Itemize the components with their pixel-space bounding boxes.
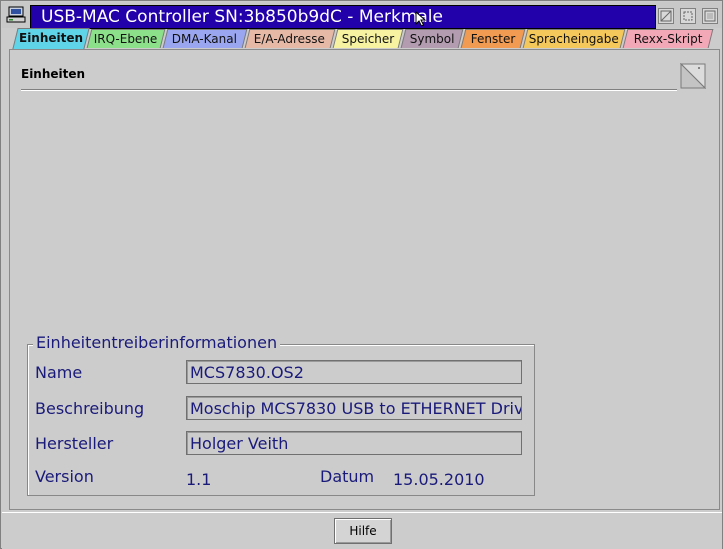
tab-label: Speicher [341, 32, 394, 46]
properties-window: USB-MAC Controller SN:3b850b9dC - Merkma… [0, 0, 723, 549]
page-divider [21, 89, 677, 90]
tab-irq-ebene[interactable]: IRQ-Ebene [86, 29, 166, 48]
tab-spracheingabe[interactable]: Spracheingabe [522, 29, 626, 48]
tab-dma-kanal[interactable]: DMA-Kanal [162, 29, 248, 48]
minimize-icon[interactable] [680, 8, 696, 24]
tab-label: IRQ-Ebene [93, 32, 158, 46]
manufacturer-label: Hersteller [35, 434, 114, 453]
tab-label: Rexx-Skript [633, 32, 703, 46]
title-bar[interactable]: USB-MAC Controller SN:3b850b9dC - Merkma… [2, 2, 722, 29]
tab-label: Spracheingabe [528, 32, 619, 46]
tab-rexx-skript[interactable]: Rexx-Skript [622, 29, 714, 48]
date-value: 15.05.2010 [393, 470, 485, 489]
mouse-pointer-icon [415, 11, 427, 27]
window-title: USB-MAC Controller SN:3b850b9dC - Merkma… [41, 7, 443, 27]
version-value: 1.1 [186, 470, 212, 489]
tab-einheiten[interactable]: Einheiten [12, 28, 90, 49]
tab-speicher[interactable]: Speicher [332, 29, 404, 48]
computer-icon[interactable] [6, 6, 26, 24]
tab-label: DMA-Kanal [172, 32, 238, 46]
tab-label: Einheiten [18, 31, 84, 45]
name-label: Name [35, 363, 83, 382]
notebook-tabs: Einheiten IRQ-Ebene DMA-Kanal E/A-Adress… [7, 28, 719, 49]
page-turn-icon[interactable] [680, 63, 706, 89]
driver-info-group-label: Einheitentreiberinformationen [33, 333, 281, 352]
title-bar-fill: USB-MAC Controller SN:3b850b9dC - Merkma… [30, 5, 656, 29]
help-button[interactable]: Hilfe [334, 518, 392, 544]
close-icon[interactable] [702, 8, 718, 24]
version-label: Version [35, 467, 94, 486]
description-field[interactable]: Moschip MCS7830 USB to ETHERNET Driver [186, 396, 522, 420]
name-field[interactable]: MCS7830.OS2 [186, 360, 522, 384]
tab-ea-adresse[interactable]: E/A-Adresse [244, 29, 336, 48]
tab-symbol[interactable]: Symbol [400, 29, 464, 48]
manufacturer-field[interactable]: Holger Veith [186, 431, 522, 455]
tab-label: E/A-Adresse [254, 32, 326, 46]
restore-icon[interactable] [658, 8, 674, 24]
tab-label: Fenster [470, 32, 516, 46]
description-label: Beschreibung [35, 399, 145, 418]
page-title: Einheiten [21, 67, 86, 81]
tab-fenster[interactable]: Fenster [460, 29, 526, 48]
tab-label: Symbol [409, 32, 455, 46]
date-label: Datum [320, 467, 375, 486]
